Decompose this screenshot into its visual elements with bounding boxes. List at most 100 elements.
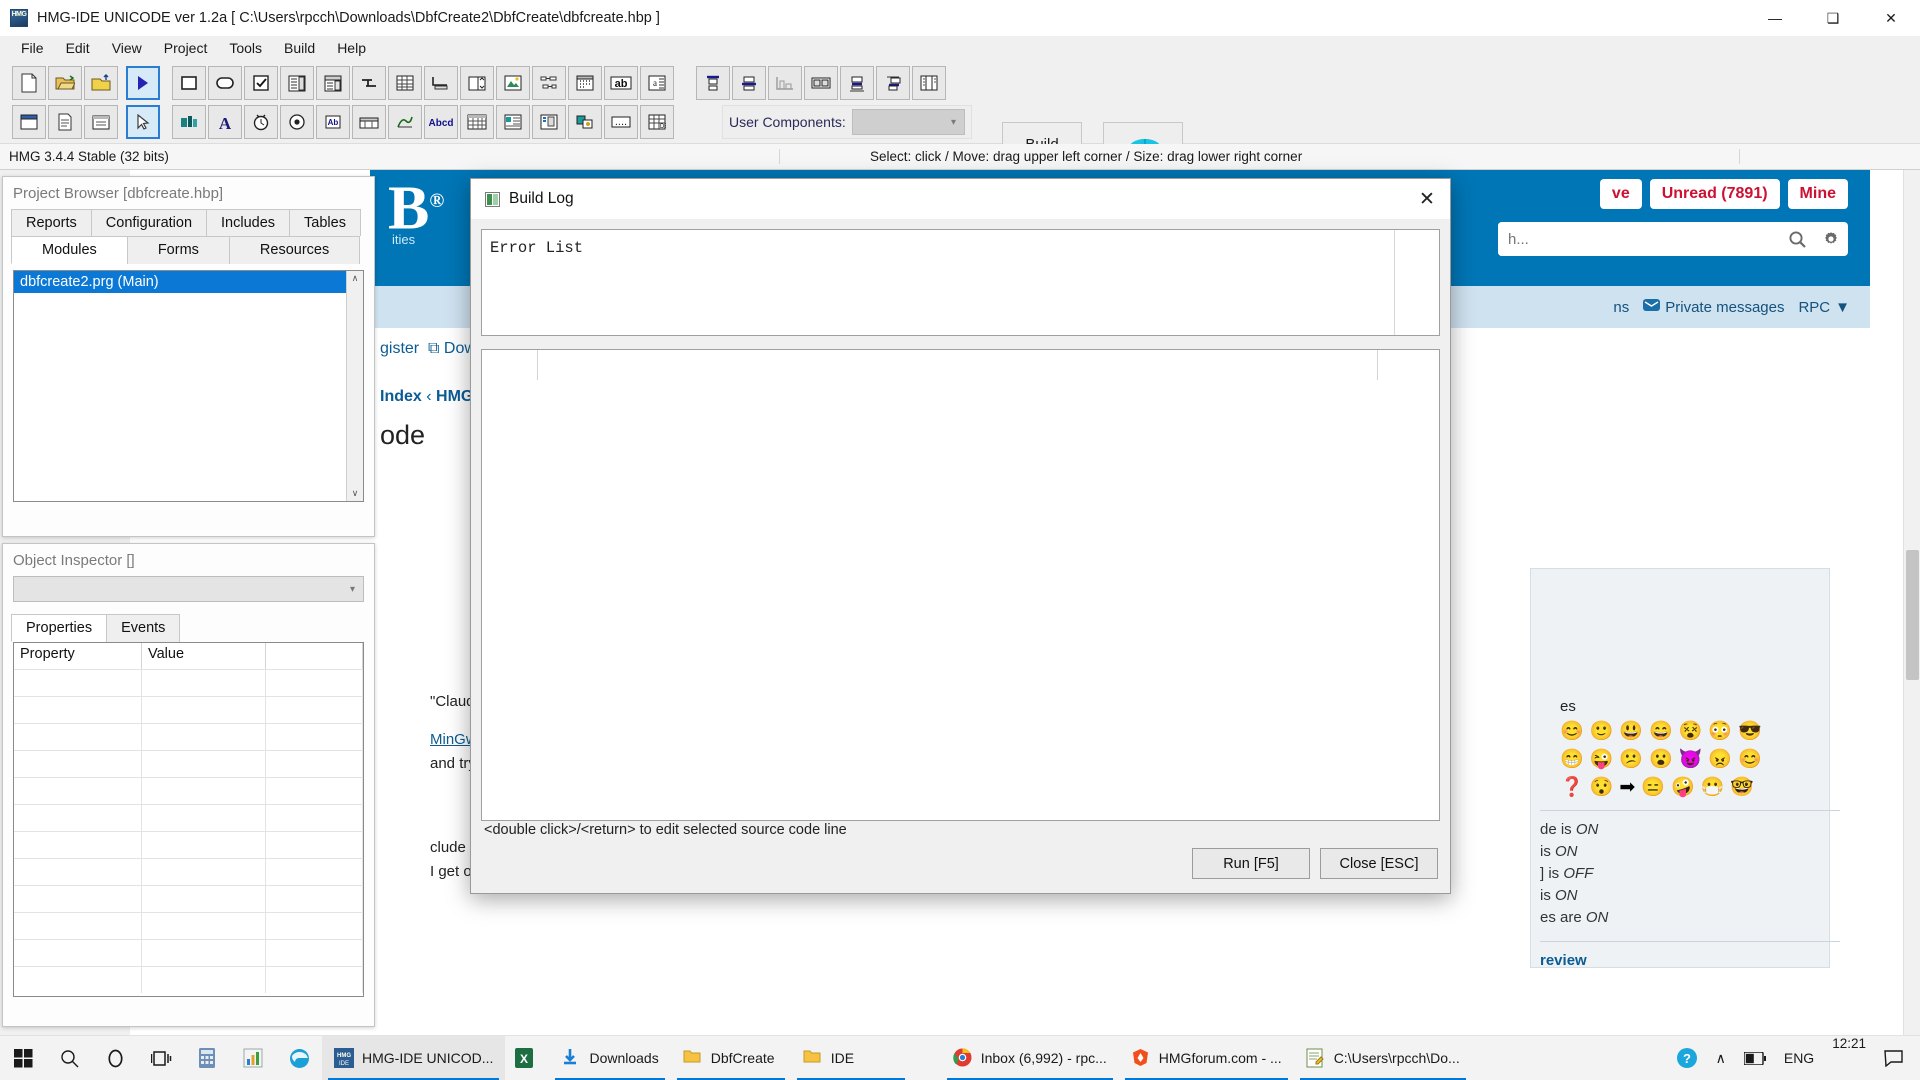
run-play-icon[interactable] (126, 66, 160, 100)
notification-icon[interactable] (1875, 1036, 1912, 1080)
table-row[interactable] (14, 912, 363, 939)
forum-search-input[interactable] (1498, 222, 1780, 256)
emoji-2-6[interactable]: 🤓 (1730, 777, 1754, 799)
menu-help[interactable]: Help (326, 38, 377, 58)
emoji-1-2[interactable]: 😕 (1619, 749, 1643, 771)
table-icon[interactable] (460, 105, 494, 139)
align-right-icon[interactable] (876, 66, 910, 100)
menu-file[interactable]: File (10, 38, 55, 58)
emoji-1-0[interactable]: 😁 (1560, 749, 1584, 771)
tab-modules[interactable]: Modules (11, 236, 128, 264)
emoji-1-4[interactable]: 😈 (1679, 749, 1703, 771)
error-list-box[interactable]: Error List (481, 229, 1440, 336)
table-row[interactable] (14, 939, 363, 966)
columns-icon[interactable] (912, 66, 946, 100)
align-chart-icon[interactable] (768, 66, 802, 100)
emoji-0-0[interactable]: 😊 (1560, 721, 1584, 743)
breadcrumb-index[interactable]: Index (380, 388, 422, 405)
listbox-control-icon[interactable] (280, 66, 314, 100)
label-ab-icon[interactable]: ab (604, 66, 638, 100)
ole-icon[interactable] (172, 105, 206, 139)
breadcrumb-register[interactable]: gister (380, 340, 419, 357)
rounded-button-icon[interactable] (208, 66, 242, 100)
build-log-output-box[interactable] (481, 349, 1440, 821)
emoji-1-3[interactable]: 😮 (1649, 749, 1673, 771)
grid-control-icon[interactable] (388, 66, 422, 100)
edge-browser-icon[interactable] (276, 1036, 322, 1080)
menu-tools[interactable]: Tools (218, 38, 273, 58)
emoji-row-1[interactable]: 😁 😜 😕 😮 😈 😠 😊 (1560, 749, 1810, 771)
emoji-1-6[interactable]: 😊 (1738, 749, 1762, 771)
emoji-2-3[interactable]: 😑 (1641, 777, 1665, 799)
table-row[interactable] (14, 777, 363, 804)
window-icon[interactable] (12, 105, 46, 139)
gear-icon[interactable] (1814, 222, 1848, 256)
table-row[interactable] (14, 696, 363, 723)
open-folder-icon[interactable] (48, 66, 82, 100)
tab-events[interactable]: Events (106, 614, 180, 642)
scroll-down-icon[interactable]: ∨ (352, 488, 359, 499)
dotted-box-icon[interactable]: .... (604, 105, 638, 139)
emoji-1-5[interactable]: 😠 (1708, 749, 1732, 771)
abcd-text-icon[interactable]: Abcd (424, 105, 458, 139)
forum-nav-item-rpc[interactable]: RPC ▼ (1798, 299, 1850, 316)
align-center-icon[interactable] (840, 66, 874, 100)
cortana-circle-icon[interactable] (92, 1036, 138, 1080)
emoji-0-1[interactable]: 🙂 (1590, 721, 1614, 743)
forum-nav-item-0[interactable]: ns (1613, 299, 1629, 316)
task-dbfcreate[interactable]: DbfCreate (671, 1036, 791, 1080)
table-row[interactable] (14, 966, 363, 993)
new-file-icon[interactable] (12, 66, 46, 100)
list-item[interactable]: dbfcreate2.prg (Main) (14, 271, 346, 293)
table-row[interactable] (14, 858, 363, 885)
calculator-icon[interactable] (184, 1036, 230, 1080)
table-row[interactable] (14, 831, 363, 858)
emoji-0-6[interactable]: 😎 (1738, 721, 1762, 743)
close-button[interactable]: ✕ (1862, 0, 1920, 36)
emoji-0-5[interactable]: 😳 (1708, 721, 1732, 743)
status-icon[interactable] (532, 105, 566, 139)
task-inbox-chrome[interactable]: Inbox (6,992) - rpc... (941, 1036, 1119, 1080)
save-folder-icon[interactable] (84, 66, 118, 100)
timer-icon[interactable] (244, 105, 278, 139)
pointer-select-icon[interactable] (126, 105, 160, 139)
tab-forms[interactable]: Forms (127, 236, 230, 264)
menu-edit[interactable]: Edit (55, 38, 101, 58)
listview-icon[interactable] (496, 105, 530, 139)
tab-reports[interactable]: Reports (11, 209, 92, 236)
image-control-icon[interactable] (496, 66, 530, 100)
menu-view[interactable]: View (101, 38, 153, 58)
tab-resources[interactable]: Resources (229, 236, 360, 264)
richtext-icon[interactable]: a (640, 66, 674, 100)
task-hmg-ide[interactable]: HMGIDE HMG-IDE UNICOD... (322, 1036, 505, 1080)
task-hmgforum-brave[interactable]: HMGforum.com - ... (1119, 1036, 1294, 1080)
run-button[interactable]: Run [F5] (1192, 848, 1310, 879)
emoji-2-0[interactable]: ❓ (1560, 777, 1584, 799)
font-a-icon[interactable]: A (208, 105, 242, 139)
table-row[interactable] (14, 804, 363, 831)
emoji-0-3[interactable]: 😄 (1649, 721, 1673, 743)
emoji-0-4[interactable]: 😵 (1679, 721, 1703, 743)
task-view-icon[interactable] (138, 1036, 184, 1080)
task-excel[interactable]: X (505, 1036, 549, 1080)
tab-includes[interactable]: Includes (206, 209, 290, 236)
forum-unread-button[interactable]: Unread (7891) (1650, 179, 1780, 209)
table-row[interactable] (14, 669, 363, 696)
align-pair-icon[interactable] (804, 66, 838, 100)
align-top-icon[interactable] (696, 66, 730, 100)
emoji-row-2[interactable]: ❓ 😯 ➡ 😑 🤪 😷 🤓 (1560, 777, 1810, 799)
splitbox-control-icon[interactable] (460, 66, 494, 100)
slider-control-icon[interactable] (424, 66, 458, 100)
frame-icon[interactable] (84, 105, 118, 139)
browser-scrollbar[interactable] (1903, 170, 1920, 1035)
modules-scrollbar[interactable]: ∧ ∨ (346, 271, 363, 501)
bbcode-review-link[interactable]: review (1540, 941, 1840, 969)
emoji-2-1[interactable]: 😯 (1590, 777, 1614, 799)
help-blue-icon[interactable]: ? (1667, 1036, 1707, 1080)
menu-project[interactable]: Project (153, 38, 219, 58)
chevron-up-icon[interactable]: ∧ (1707, 1036, 1735, 1080)
modules-listbox[interactable]: dbfcreate2.prg (Main) ∧ ∨ (13, 270, 364, 502)
emoji-2-4[interactable]: 🤪 (1671, 777, 1695, 799)
forum-active-button[interactable]: ve (1600, 179, 1642, 209)
task-ide-folder[interactable]: IDE (791, 1036, 911, 1080)
